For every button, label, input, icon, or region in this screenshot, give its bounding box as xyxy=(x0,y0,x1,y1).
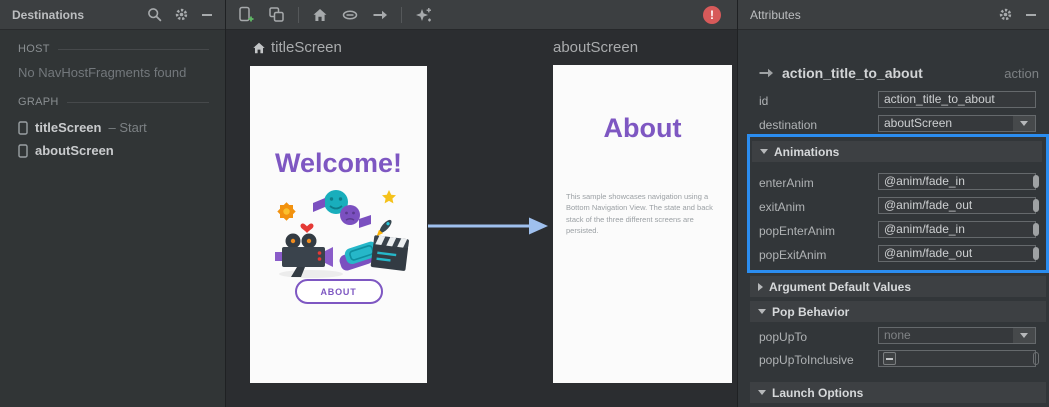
error-badge[interactable]: ! xyxy=(703,6,721,24)
popenteranim-label: popEnterAnim xyxy=(759,224,836,238)
popexitanim-resource-picker-button[interactable] xyxy=(1033,247,1039,260)
aboutscreen-header[interactable]: aboutScreen xyxy=(553,39,638,56)
sidebar-item-titlescreen[interactable]: titleScreen – Start xyxy=(0,116,225,139)
graph-section-label: GRAPH xyxy=(18,96,209,108)
popenteranim-field[interactable]: @anim/fade_in xyxy=(878,221,1036,238)
action-arrow-icon[interactable] xyxy=(372,7,388,23)
indeterminate-dash-icon xyxy=(886,357,893,360)
collapse-arrow-icon xyxy=(758,309,766,314)
destination-phone-icon xyxy=(18,120,28,135)
attributes-body: action_title_to_about action id action_t… xyxy=(738,30,1049,407)
destination-dropdown[interactable]: aboutScreen xyxy=(878,115,1036,132)
aboutscreen-preview[interactable]: About This sample showcases navigation u… xyxy=(553,65,732,383)
destination-name: aboutScreen xyxy=(35,143,114,158)
titlescreen-header[interactable]: titleScreen xyxy=(252,39,342,56)
id-label: id xyxy=(759,94,769,108)
id-field[interactable]: action_title_to_about xyxy=(878,91,1036,108)
sidebar-item-aboutscreen[interactable]: aboutScreen xyxy=(0,139,225,162)
destinations-panel: Destinations HOST No NavHostFragments fo… xyxy=(0,0,226,407)
action-transition-arrow[interactable] xyxy=(426,215,550,237)
about-body-text: This sample showcases navigation using a… xyxy=(566,192,713,235)
toolbar-separator xyxy=(298,6,299,23)
movie-illustration xyxy=(269,181,409,281)
gear-icon[interactable] xyxy=(174,7,189,22)
collapse-arrow-icon xyxy=(760,149,768,154)
popuptoinclusive-label: popUpToInclusive xyxy=(759,353,854,367)
popexitanim-field[interactable]: @anim/fade_out xyxy=(878,245,1036,262)
aboutscreen-header-label: aboutScreen xyxy=(553,39,639,56)
action-arrow-icon xyxy=(758,65,774,81)
selected-action-row: action_title_to_about action xyxy=(758,62,1039,84)
search-icon[interactable] xyxy=(147,7,162,22)
destinations-panel-header: Destinations xyxy=(0,0,225,30)
attributes-panel: Attributes action_title_to_about action … xyxy=(737,0,1049,407)
about-button[interactable]: ABOUT xyxy=(294,279,383,304)
destinations-panel-title: Destinations xyxy=(12,7,85,22)
minimize-icon[interactable] xyxy=(1025,9,1037,21)
titlescreen-header-label: titleScreen xyxy=(271,39,342,56)
auto-arrange-sparkle-icon[interactable] xyxy=(415,6,433,24)
exitanim-field[interactable]: @anim/fade_out xyxy=(878,197,1036,214)
section-header-animations[interactable]: Animations xyxy=(752,141,1042,162)
exitanim-label: exitAnim xyxy=(759,200,806,214)
destination-suffix: – Start xyxy=(108,120,147,135)
section-header-launch-options[interactable]: Launch Options xyxy=(750,382,1046,403)
attributes-panel-header: Attributes xyxy=(738,0,1049,30)
navigation-editor-window: Destinations HOST No NavHostFragments fo… xyxy=(0,0,1049,407)
toolbar-separator xyxy=(401,6,402,23)
popexitanim-label: popExitAnim xyxy=(759,248,827,262)
destination-dropdown-value: aboutScreen xyxy=(884,116,953,130)
welcome-title: Welcome! xyxy=(274,148,403,178)
titlescreen-preview[interactable]: Welcome! ABOUT xyxy=(250,66,427,383)
deep-link-icon[interactable] xyxy=(341,7,359,23)
popuptoinclusive-field[interactable] xyxy=(878,350,1036,367)
sunburst xyxy=(276,202,296,221)
popupto-label: popUpTo xyxy=(759,330,808,344)
enteranim-label: enterAnim xyxy=(759,176,814,190)
popuptoinclusive-resource-picker-button[interactable] xyxy=(1033,352,1039,365)
selected-action-name: action_title_to_about xyxy=(782,65,923,81)
selected-action-type: action xyxy=(1004,65,1039,81)
chevron-down-icon xyxy=(1020,333,1028,338)
gear-icon[interactable] xyxy=(998,7,1013,22)
exitanim-resource-picker-button[interactable] xyxy=(1033,199,1039,212)
design-canvas: ! titleScreen Welcome! ABOUT aboutScreen… xyxy=(226,0,737,407)
popenteranim-resource-picker-button[interactable] xyxy=(1033,223,1039,236)
graph-section-text: GRAPH xyxy=(18,96,59,108)
canvas-toolbar: ! xyxy=(226,0,737,30)
section-title: Launch Options xyxy=(772,385,864,400)
collapse-arrow-icon xyxy=(758,390,766,395)
section-title: Pop Behavior xyxy=(772,304,850,319)
section-header-argument-default-values[interactable]: Argument Default Values xyxy=(750,276,1046,297)
expand-arrow-icon xyxy=(758,282,763,291)
section-header-pop-behavior[interactable]: Pop Behavior xyxy=(750,301,1046,322)
popuptoinclusive-checkbox-indeterminate[interactable] xyxy=(883,352,896,365)
dropdown-arrow-segment[interactable] xyxy=(1013,116,1035,131)
new-destination-icon[interactable] xyxy=(238,6,255,23)
about-title: About xyxy=(603,113,682,143)
enteranim-resource-picker-button[interactable] xyxy=(1033,175,1039,188)
section-title: Animations xyxy=(774,144,840,159)
destination-label: destination xyxy=(759,118,818,132)
chevron-down-icon xyxy=(1020,121,1028,126)
popupto-dropdown[interactable]: none xyxy=(878,327,1036,344)
destination-name: titleScreen xyxy=(35,120,102,135)
nested-graph-icon[interactable] xyxy=(268,6,285,23)
enteranim-field[interactable]: @anim/fade_in xyxy=(878,173,1036,190)
host-empty-message: No NavHostFragments found xyxy=(18,65,187,80)
host-section-text: HOST xyxy=(18,43,50,55)
destination-phone-icon xyxy=(18,143,28,158)
attributes-panel-title: Attributes xyxy=(750,7,801,22)
section-title: Argument Default Values xyxy=(769,279,912,294)
dropdown-arrow-segment[interactable] xyxy=(1013,328,1035,343)
assign-start-home-icon[interactable] xyxy=(312,7,328,23)
start-destination-home-icon xyxy=(252,41,266,55)
popupto-dropdown-value: none xyxy=(884,328,911,342)
minimize-icon[interactable] xyxy=(201,9,213,21)
host-section-label: HOST xyxy=(18,43,209,55)
